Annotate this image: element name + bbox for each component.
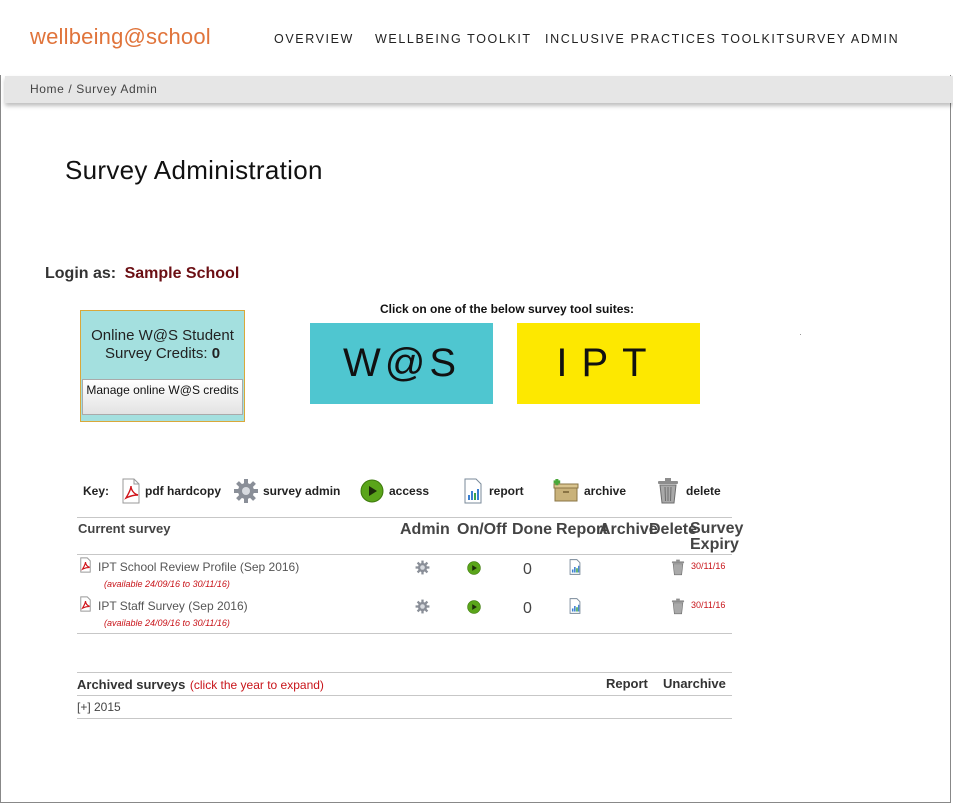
manage-credits-button[interactable]: Manage online W@S credits	[82, 379, 243, 415]
row-report[interactable]	[568, 598, 582, 619]
table-bottom-rule	[77, 633, 732, 634]
archived-bottom-rule	[77, 718, 732, 719]
row-delete[interactable]	[670, 598, 686, 620]
row-expiry: 30/11/16	[691, 600, 726, 610]
key-delete: delete	[655, 476, 721, 506]
nav-survey-admin[interactable]: SURVEY ADMIN	[786, 32, 899, 46]
site-header: wellbeing@school OVERVIEW WELLBEING TOOL…	[0, 0, 953, 75]
trash-icon[interactable]	[670, 559, 686, 576]
school-name: Sample School	[124, 265, 240, 282]
archived-title: Archived surveys	[77, 677, 186, 692]
row-done-count: 0	[523, 600, 532, 617]
key-pdf: pdf hardcopy	[120, 476, 221, 506]
col-current-survey: Current survey	[78, 521, 171, 536]
survey-name[interactable]: IPT Staff Survey (Sep 2016)	[98, 599, 248, 613]
key-archive: archive	[553, 476, 626, 506]
gear-icon	[234, 479, 258, 503]
report-icon[interactable]	[568, 598, 582, 614]
archived-col-report: Report	[606, 676, 648, 691]
table-top-rule	[77, 517, 732, 518]
survey-availability: (available 24/09/16 to 30/11/16)	[104, 618, 230, 628]
archived-header-rule	[77, 695, 732, 696]
gear-icon[interactable]	[415, 560, 430, 575]
key-survey-admin: survey admin	[233, 476, 340, 506]
col-done: Done	[512, 521, 552, 538]
stray-dot	[800, 334, 801, 335]
col-survey-expiry: Survey Expiry	[690, 520, 744, 553]
report-icon[interactable]	[568, 559, 582, 575]
site-logo[interactable]: wellbeing@school	[30, 24, 211, 50]
key-report: report	[462, 476, 524, 506]
row-toggle[interactable]	[467, 600, 481, 619]
row-toggle[interactable]	[467, 561, 481, 580]
pdf-icon	[122, 478, 140, 504]
key-pdf-label: pdf hardcopy	[145, 484, 222, 498]
survey-availability: (available 24/09/16 to 30/11/16)	[104, 579, 230, 589]
key-archive-label: archive	[584, 484, 627, 498]
trash-icon[interactable]	[670, 598, 686, 615]
row-delete[interactable]	[670, 559, 686, 581]
archived-year-2015[interactable]: [+] 2015	[77, 700, 121, 714]
breadcrumb[interactable]: Home / Survey Admin	[30, 82, 157, 96]
row-done-count: 0	[523, 561, 532, 578]
row-expiry: 30/11/16	[691, 561, 726, 571]
trash-icon	[658, 478, 678, 504]
nav-wellbeing-toolkit[interactable]: WELLBEING TOOLKIT	[375, 32, 532, 46]
pdf-icon[interactable]	[79, 596, 92, 612]
play-icon[interactable]	[467, 561, 481, 575]
row-admin[interactable]	[415, 560, 430, 580]
credits-text: Online W@S Student Survey Credits: 0	[81, 327, 244, 363]
pdf-icon[interactable]	[79, 557, 92, 573]
play-icon[interactable]	[467, 600, 481, 614]
archived-col-unarchive: Unarchive	[663, 676, 726, 691]
breadcrumb-bar: Home / Survey Admin	[5, 76, 953, 103]
key-survey-admin-label: survey admin	[263, 484, 341, 498]
col-admin: Admin	[400, 521, 450, 538]
key-access-label: access	[389, 484, 430, 498]
key-report-label: report	[489, 484, 524, 498]
login-label: Login as:	[45, 265, 117, 282]
key-access: access	[360, 476, 429, 506]
credits-count: 0	[211, 345, 221, 362]
login-as: Login as: Sample School	[45, 265, 239, 283]
ipt-suite-button[interactable]: IPT	[517, 323, 700, 404]
credits-panel: Online W@S Student Survey Credits: 0 Man…	[80, 310, 245, 422]
was-suite-button[interactable]: W@S	[310, 323, 493, 404]
table-row	[79, 557, 92, 578]
row-report[interactable]	[568, 559, 582, 580]
archived-hint: (click the year to expand)	[189, 678, 324, 692]
page-title: Survey Administration	[65, 155, 323, 185]
nav-inclusive-practices-toolkit[interactable]: INCLUSIVE PRACTICES TOOLKIT	[545, 32, 786, 46]
play-icon	[360, 479, 384, 503]
key-delete-label: delete	[686, 484, 721, 498]
suites-instruction: Click on one of the below survey tool su…	[380, 302, 635, 316]
survey-name[interactable]: IPT School Review Profile (Sep 2016)	[98, 560, 299, 574]
table-header-rule	[77, 554, 732, 555]
report-icon	[464, 478, 482, 504]
archived-header: Archived surveys (click the year to expa…	[77, 676, 324, 694]
col-onoff: On/Off	[457, 521, 507, 538]
row-admin[interactable]	[415, 599, 430, 619]
archived-top-rule	[77, 672, 732, 673]
table-row	[79, 596, 92, 617]
key-label: Key:	[83, 484, 110, 498]
archive-icon	[553, 479, 579, 502]
gear-icon[interactable]	[415, 599, 430, 614]
nav-overview[interactable]: OVERVIEW	[274, 32, 354, 46]
